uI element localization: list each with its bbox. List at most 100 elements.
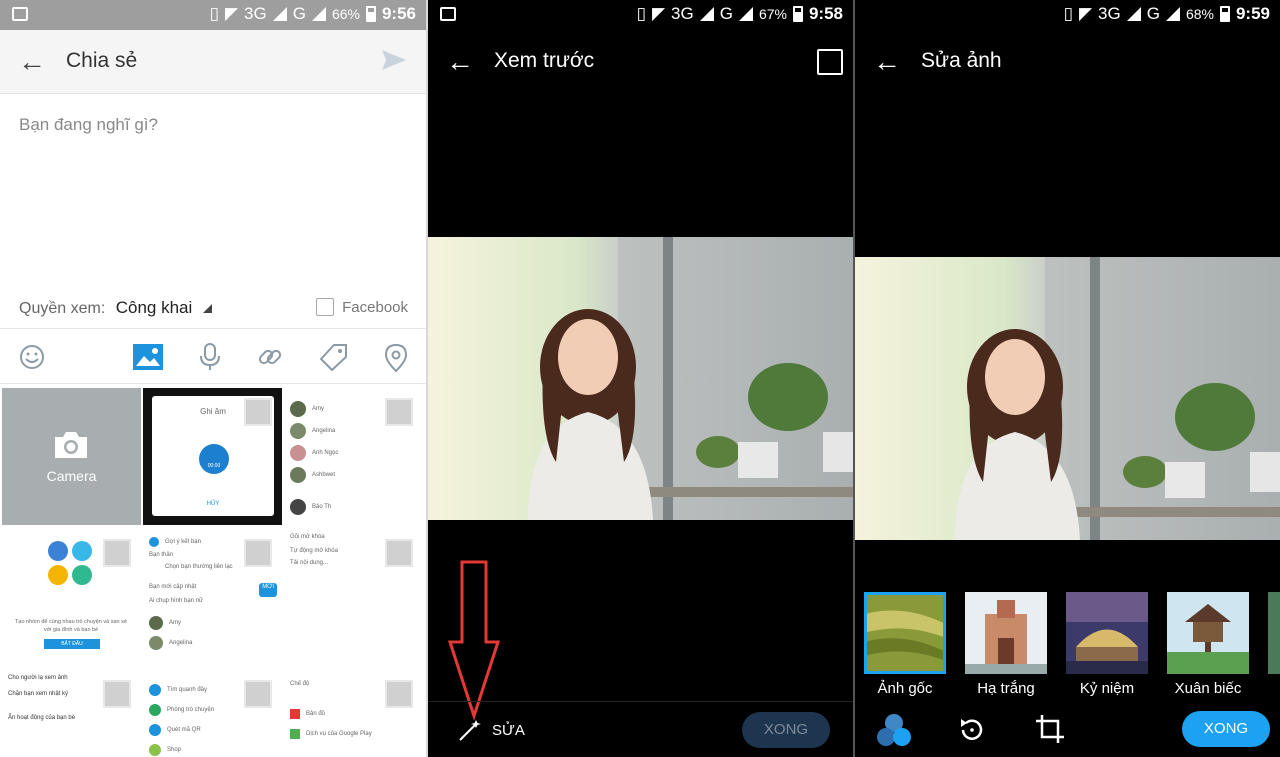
rotate-icon[interactable] <box>957 715 987 750</box>
filter-thumbnail <box>1066 592 1148 674</box>
suggest-item: Gợi ý kết bạn <box>165 538 201 545</box>
battery-percent: 68% <box>1185 6 1214 22</box>
gallery-thumb[interactable]: Cho người lạ xem ảnh Chặn bạn xem nhật k… <box>2 670 141 757</box>
edit-label: SỬA <box>492 721 525 739</box>
filter-item[interactable]: Hạ trắng <box>965 592 1047 697</box>
edit-photo <box>855 257 1280 540</box>
setting-item: Gõi mở khóa <box>290 534 325 540</box>
vibrate-icon: ▯ <box>636 4 646 23</box>
select-checkbox[interactable] <box>244 680 272 708</box>
setting-item: Tự động mở khóa <box>290 548 338 554</box>
filter-label: Ảnh gốc <box>877 680 933 697</box>
filter-thumbnail <box>1268 592 1280 674</box>
filter-label: Xuân biếc <box>1174 680 1242 697</box>
suggest-item: Bạn mới cập nhật <box>149 584 197 590</box>
color-circles-icon[interactable] <box>875 713 913 754</box>
gallery-thumb[interactable]: Gõi mở khóa Tự động mở khóa Tải nội dung… <box>284 529 423 666</box>
tag-icon[interactable] <box>319 343 348 376</box>
gallery-thumb[interactable]: Tạo nhóm để cùng nhau trò chuyện và san … <box>2 529 141 666</box>
back-arrow-icon[interactable]: ← <box>446 48 474 76</box>
network-type-2: G <box>292 4 306 23</box>
send-icon[interactable] <box>380 46 408 79</box>
preview-screen: ▯ ◤ 3G G 67% 9:58 ← Xem trước SỬA XONG <box>428 0 853 757</box>
nearby-item: Tìm quanh đây <box>167 686 208 693</box>
contact-name: Anh Ngọc <box>312 449 339 456</box>
camera-tile[interactable]: Camera <box>2 388 141 525</box>
network-type: 3G <box>244 4 267 23</box>
attachment-toolbar <box>0 328 426 384</box>
filter-item[interactable]: Kỷ niệm <box>1066 592 1148 697</box>
status-bar: ▯ ◤ 3G G 66% 9:56 <box>0 0 426 30</box>
gallery-thumb[interactable]: Amy Angelina Anh Ngọc Ashbwet Bảo Th <box>284 388 423 525</box>
privacy-value: Công khai <box>115 298 193 317</box>
privacy-selector[interactable]: Quyền xem: Công khai <box>19 298 212 318</box>
battery-icon <box>792 6 803 22</box>
camera-label: Camera <box>46 468 97 484</box>
crop-icon[interactable] <box>1035 714 1065 749</box>
page-title: Chia sẻ <box>66 49 138 72</box>
filter-label: Kỷ niệm <box>1079 680 1135 697</box>
contact-name: Amy <box>312 405 324 412</box>
status-bar: ▯ ◤ 3G G 67% 9:58 <box>428 0 853 30</box>
emoji-icon[interactable] <box>18 343 46 376</box>
wifi-icon: ◤ <box>1078 4 1093 23</box>
select-checkbox[interactable] <box>103 680 131 708</box>
nearby-item: Chế độ <box>290 681 310 687</box>
setting-item: Tải nội dung... <box>290 560 329 566</box>
select-checkbox[interactable] <box>385 398 413 426</box>
back-arrow-icon[interactable]: ← <box>18 48 46 76</box>
nearby-item: Bản đồ <box>306 710 326 717</box>
page-title: Sửa ảnh <box>921 49 1002 72</box>
network-type: 3G <box>671 4 694 23</box>
vibrate-icon: ▯ <box>209 4 219 23</box>
gallery-thumb[interactable]: Chế độ Bản đồ Dịch vụ của Google Play <box>284 670 423 757</box>
link-icon[interactable] <box>256 343 284 376</box>
battery-percent: 66% <box>331 6 360 22</box>
select-checkbox[interactable] <box>385 680 413 708</box>
filter-item[interactable]: Ảnh gốc <box>864 592 946 697</box>
facebook-checkbox[interactable] <box>316 298 335 316</box>
select-checkbox[interactable] <box>103 539 131 567</box>
signal-icon-2 <box>311 7 326 21</box>
select-checkbox[interactable] <box>817 49 843 75</box>
app-bar: ← Xem trước <box>428 30 853 94</box>
contact-name: Angelina <box>312 427 336 434</box>
magic-wand-icon <box>459 720 481 741</box>
new-badge: MỚI <box>259 583 277 597</box>
preview-photo <box>428 237 853 520</box>
gallery-thumb[interactable]: Ghi âm 00:00 HỦY <box>143 388 282 525</box>
battery-icon <box>1219 6 1230 22</box>
wifi-icon: ◤ <box>651 4 666 23</box>
nearby-item: Shop <box>167 746 182 753</box>
select-checkbox[interactable] <box>244 539 272 567</box>
filter-label: Hạ trắng <box>977 680 1035 697</box>
select-checkbox[interactable] <box>385 539 413 567</box>
location-icon[interactable] <box>384 343 408 378</box>
done-button[interactable]: XONG <box>742 712 830 748</box>
contact-name: Bảo Th <box>312 503 332 510</box>
contact-name: Angelina <box>169 639 193 646</box>
edit-photo-screen: ▯ ◤ 3G G 68% 9:59 ← Sửa ảnh Ảnh gốc Hạ t… <box>855 0 1280 757</box>
nearby-item: Phòng trò chuyện <box>167 706 215 713</box>
select-checkbox[interactable] <box>244 398 272 426</box>
edit-button[interactable]: SỬA <box>458 718 525 742</box>
filter-item[interactable]: Xuân biếc <box>1167 592 1249 697</box>
image-icon[interactable] <box>132 343 164 376</box>
gallery-thumb[interactable]: Tìm quanh đây Phòng trò chuyện Quét mã Q… <box>143 670 282 757</box>
filter-item[interactable] <box>1268 592 1280 674</box>
done-button[interactable]: XONG <box>1182 711 1270 747</box>
gallery-thumb[interactable]: Gợi ý kết bạn Bạn thân Chọn bạn thường l… <box>143 529 282 666</box>
privacy-label: Quyền xem: <box>19 300 106 317</box>
mic-icon[interactable] <box>198 343 222 376</box>
network-type-2: G <box>1146 4 1160 23</box>
clock: 9:58 <box>808 4 843 23</box>
back-arrow-icon[interactable]: ← <box>873 48 901 76</box>
nearby-item: Dịch vụ của Google Play <box>306 730 372 737</box>
compose-input[interactable]: Bạn đang nghĩ gì? <box>19 115 158 135</box>
privacy-item: Ẩn hoạt động của bạn bè <box>8 715 76 721</box>
facebook-share-toggle[interactable]: Facebook <box>316 298 408 316</box>
dropdown-caret-icon <box>202 304 212 313</box>
filter-thumbnail <box>1167 592 1249 674</box>
gallery-grid: Camera Ghi âm 00:00 HỦY Amy Angelina Anh… <box>2 388 424 757</box>
network-type-2: G <box>719 4 733 23</box>
